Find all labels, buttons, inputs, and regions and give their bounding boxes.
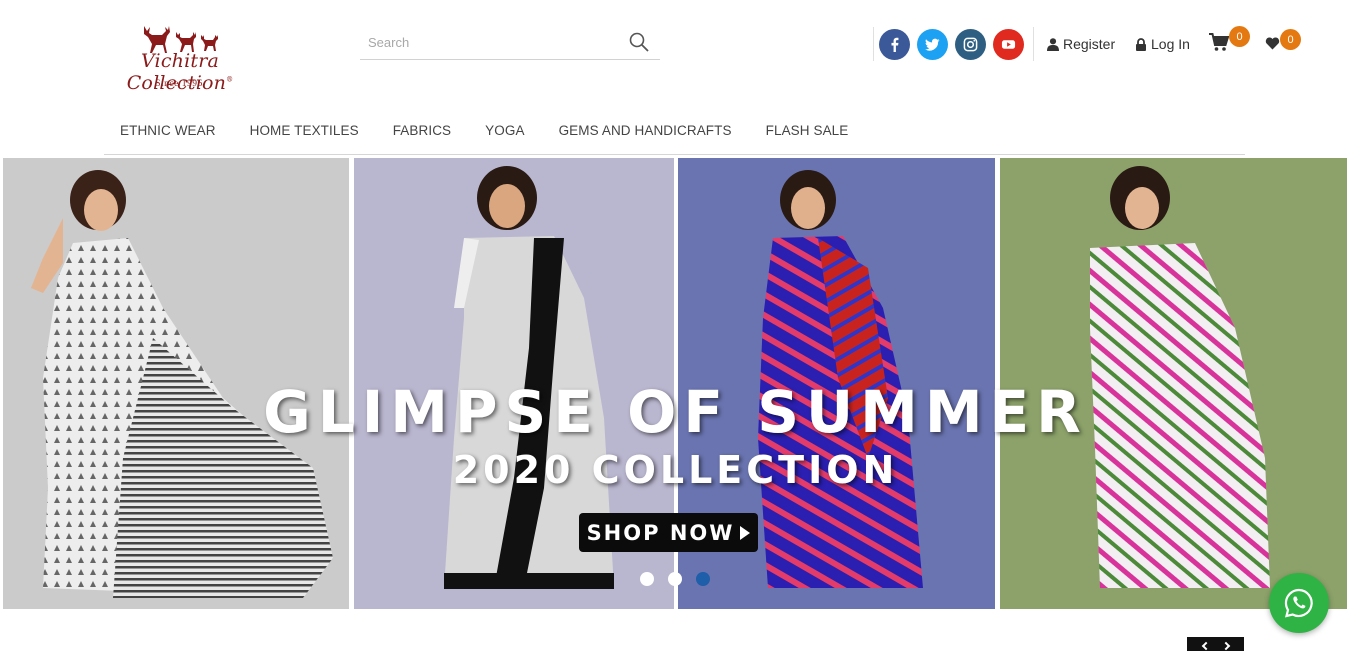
chevron-left-icon[interactable] <box>1201 641 1211 651</box>
nav-item-ethnic-wear[interactable]: ETHNIC WEAR <box>120 123 216 138</box>
banner-headline: GLIMPSE OF SUMMER <box>263 378 1088 446</box>
register-link[interactable]: Register <box>1047 36 1115 52</box>
facebook-link[interactable] <box>879 29 910 60</box>
play-arrow-icon <box>740 525 751 540</box>
header-divider <box>1033 27 1034 61</box>
carousel-nav-buttons[interactable] <box>1187 637 1244 651</box>
login-label: Log In <box>1151 36 1190 52</box>
lock-icon <box>1136 37 1146 51</box>
nav-item-flash-sale[interactable]: FLASH SALE <box>766 123 849 138</box>
slide-dot-1[interactable] <box>640 572 654 586</box>
instagram-icon <box>963 37 978 52</box>
shop-now-label: SHOP NOW <box>586 520 735 545</box>
nav-item-home-textiles[interactable]: HOME TEXTILES <box>250 123 359 138</box>
wishlist-button[interactable] <box>1265 36 1280 56</box>
nav-item-gems-and-handicrafts[interactable]: GEMS AND HANDICRAFTS <box>559 123 732 138</box>
nav-item-fabrics[interactable]: FABRICS <box>393 123 451 138</box>
twitter-link[interactable] <box>917 29 948 60</box>
heart-icon <box>1265 37 1280 50</box>
search-input[interactable] <box>360 26 620 58</box>
youtube-link[interactable] <box>993 29 1024 60</box>
whatsapp-button[interactable] <box>1269 573 1329 633</box>
search-icon[interactable] <box>628 31 650 53</box>
brand-since: Since 1996 <box>155 79 203 89</box>
site-logo[interactable]: Vichitra Collection® Since 1996 <box>88 22 272 94</box>
wishlist-count-badge: 0 <box>1280 29 1301 50</box>
instagram-link[interactable] <box>955 29 986 60</box>
whatsapp-icon <box>1284 588 1313 618</box>
cart-count-badge: 0 <box>1229 26 1250 47</box>
slide-dot-3[interactable] <box>696 572 710 586</box>
cart-button[interactable] <box>1209 32 1230 57</box>
facebook-icon <box>891 37 899 52</box>
cart-icon <box>1209 33 1230 51</box>
slide-dot-2[interactable] <box>668 572 682 586</box>
user-icon <box>1047 37 1059 51</box>
banner-subheadline: 2020 COLLECTION <box>452 448 899 492</box>
twitter-icon <box>925 38 940 51</box>
main-nav: ETHNIC WEAR HOME TEXTILES FABRICS YOGA G… <box>104 106 1245 155</box>
youtube-icon <box>1001 40 1016 49</box>
login-link[interactable]: Log In <box>1135 36 1190 52</box>
register-label: Register <box>1063 36 1116 52</box>
nav-item-yoga[interactable]: YOGA <box>485 123 524 138</box>
shop-now-button[interactable]: SHOP NOW <box>579 513 758 552</box>
search-bar <box>360 26 660 60</box>
chevron-right-icon[interactable] <box>1221 641 1231 651</box>
header-divider <box>873 27 874 61</box>
hero-banner[interactable]: GLIMPSE OF SUMMER 2020 COLLECTION SHOP N… <box>0 158 1351 610</box>
